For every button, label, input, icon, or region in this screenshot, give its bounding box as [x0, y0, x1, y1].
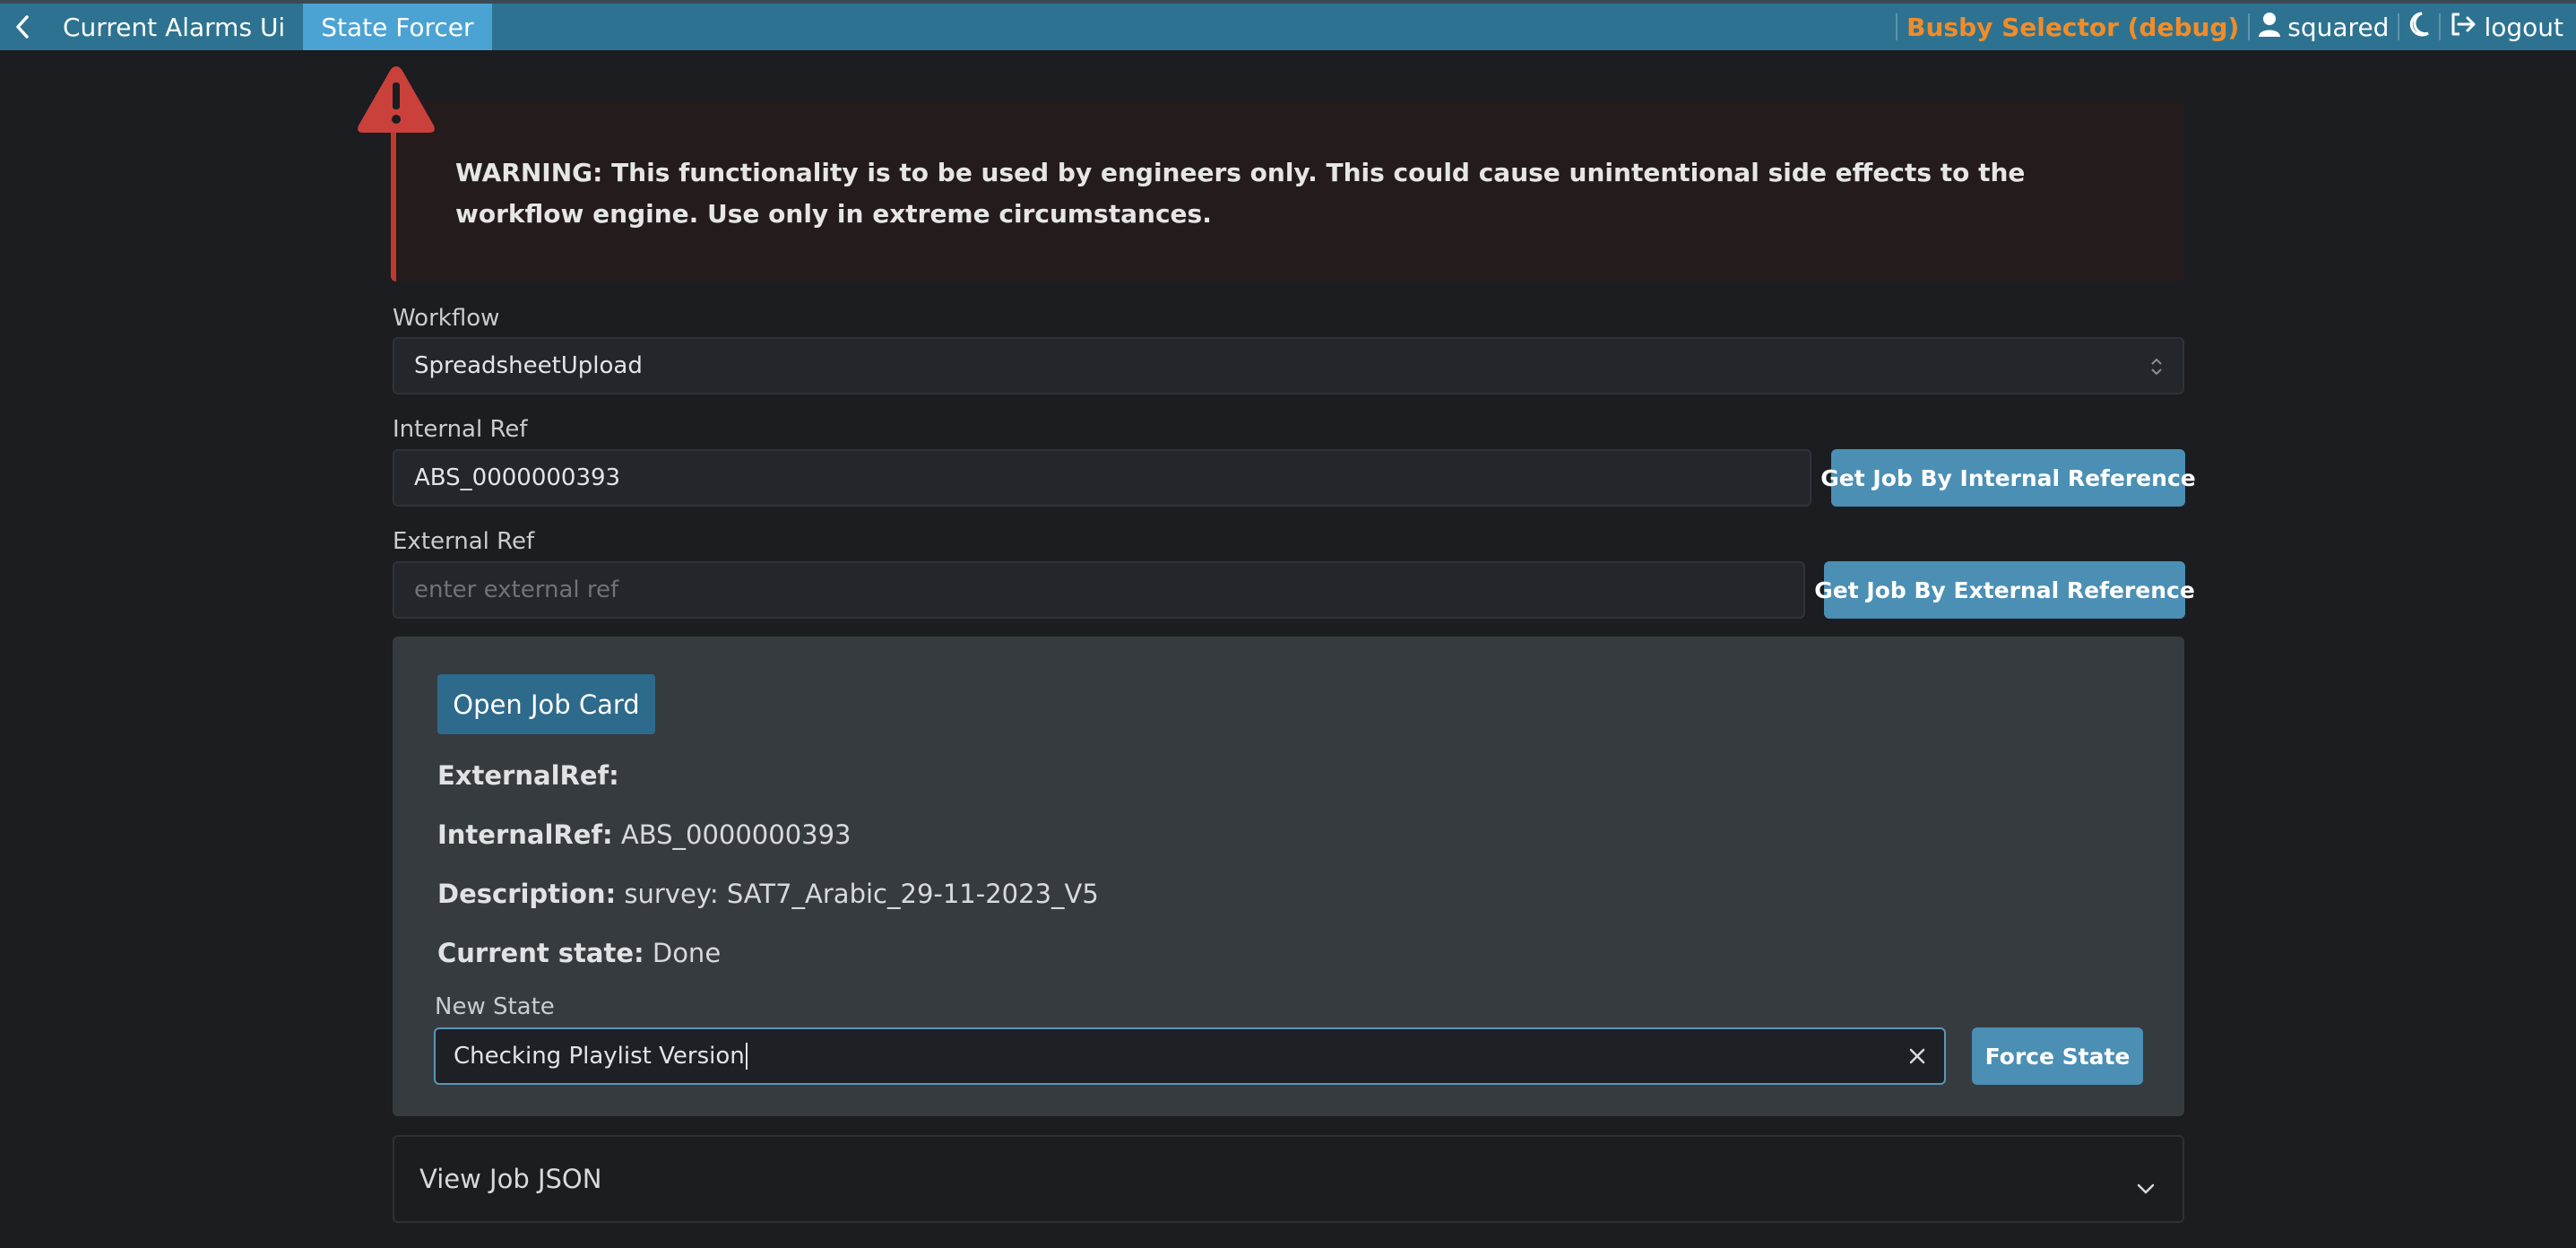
internal-ref-field[interactable] [393, 449, 1811, 507]
workflow-select[interactable]: SpreadsheetUpload [393, 337, 2184, 394]
current-state-value: Done [652, 938, 722, 968]
view-job-json-accordion[interactable]: View Job JSON [393, 1135, 2184, 1223]
accordion-label: View Job JSON [419, 1164, 602, 1194]
current-state-key: Current state: [437, 938, 644, 968]
new-state-value: Checking Playlist Version [454, 1043, 745, 1070]
app-title[interactable]: Busby Selector (debug) [1906, 13, 2239, 42]
user-icon [2259, 12, 2281, 43]
force-state-button[interactable]: Force State [1972, 1027, 2143, 1085]
text-caret [745, 1043, 748, 1070]
tab-state-forcer[interactable]: State Forcer [303, 4, 492, 50]
external-ref-input[interactable] [414, 576, 1803, 603]
logout-label: logout [2484, 12, 2563, 42]
internal-ref-value: ABS_0000000393 [620, 819, 851, 850]
job-details-panel: Open Job Card ExternalRef: InternalRef: … [393, 637, 2184, 1116]
internal-ref-input[interactable] [414, 464, 1810, 491]
close-icon[interactable] [1906, 1045, 1928, 1073]
divider [2398, 13, 2400, 40]
username: squared [2287, 12, 2390, 42]
warning-text: WARNING: This functionality is to be use… [455, 158, 2026, 229]
description-key: Description: [437, 879, 617, 909]
top-navbar: Current Alarms Ui State Forcer Busby Sel… [0, 0, 2576, 50]
external-ref-field[interactable] [393, 561, 1805, 619]
external-ref-label: External Ref [393, 528, 535, 555]
tab-current-alarms-ui[interactable]: Current Alarms Ui [45, 4, 303, 50]
logout-icon [2450, 12, 2477, 43]
new-state-label: New State [435, 993, 555, 1020]
divider [2248, 13, 2251, 40]
open-job-card-button[interactable]: Open Job Card [437, 674, 655, 734]
internal-ref-row: InternalRef: ABS_0000000393 [437, 819, 851, 850]
topbar-right-group: Busby Selector (debug) squared logout [1887, 4, 2576, 50]
internal-ref-label: Internal Ref [393, 416, 528, 443]
moon-icon[interactable] [2408, 12, 2430, 43]
warning-icon [355, 63, 437, 136]
chevron-down-icon [2136, 1171, 2156, 1201]
divider [2439, 13, 2442, 40]
get-job-external-button[interactable]: Get Job By External Reference [1814, 561, 2195, 619]
chevron-left-icon[interactable] [0, 4, 45, 50]
get-job-internal-button[interactable]: Get Job By Internal Reference [1820, 449, 2196, 507]
sort-arrows-icon [2150, 355, 2163, 385]
workflow-label: Workflow [393, 305, 500, 332]
description-row: Description: survey: SAT7_Arabic_29-11-2… [437, 879, 1099, 909]
description-value: survey: SAT7_Arabic_29-11-2023_V5 [624, 879, 1099, 909]
workflow-value: SpreadsheetUpload [414, 352, 643, 379]
external-ref-row: ExternalRef: [437, 760, 619, 791]
warning-callout: WARNING: This functionality is to be use… [391, 99, 2184, 282]
new-state-input[interactable]: Checking Playlist Version [434, 1027, 1946, 1085]
current-state-row: Current state: Done [437, 938, 721, 968]
internal-ref-key: InternalRef: [437, 819, 613, 850]
user-menu[interactable]: squared [2259, 12, 2389, 43]
divider [1896, 13, 1898, 40]
external-ref-key: ExternalRef: [437, 760, 619, 791]
logout-link[interactable]: logout [2450, 12, 2563, 43]
